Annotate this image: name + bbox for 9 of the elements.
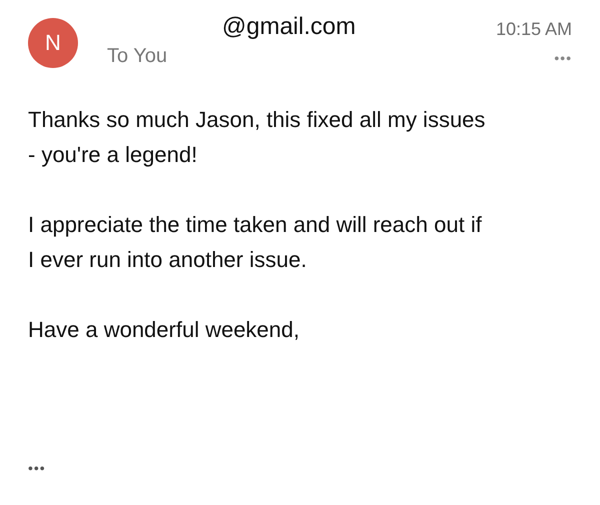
recipient-label: To You	[107, 45, 168, 68]
sender-address: @gmail.com	[222, 13, 356, 41]
more-options-button[interactable]: •••	[554, 50, 572, 66]
message-paragraph: Have a wonderful weekend,	[28, 316, 300, 344]
message-paragraph: I appreciate the time taken and will reach out if I ever run into another issue.	[28, 211, 483, 274]
message-time: 10:15 AM	[496, 19, 572, 40]
show-trimmed-button[interactable]: •••	[28, 460, 46, 476]
avatar: N	[28, 18, 78, 68]
message-paragraph: Thanks so much Jason, this fixed all my issues - you're a legend!	[28, 106, 486, 169]
